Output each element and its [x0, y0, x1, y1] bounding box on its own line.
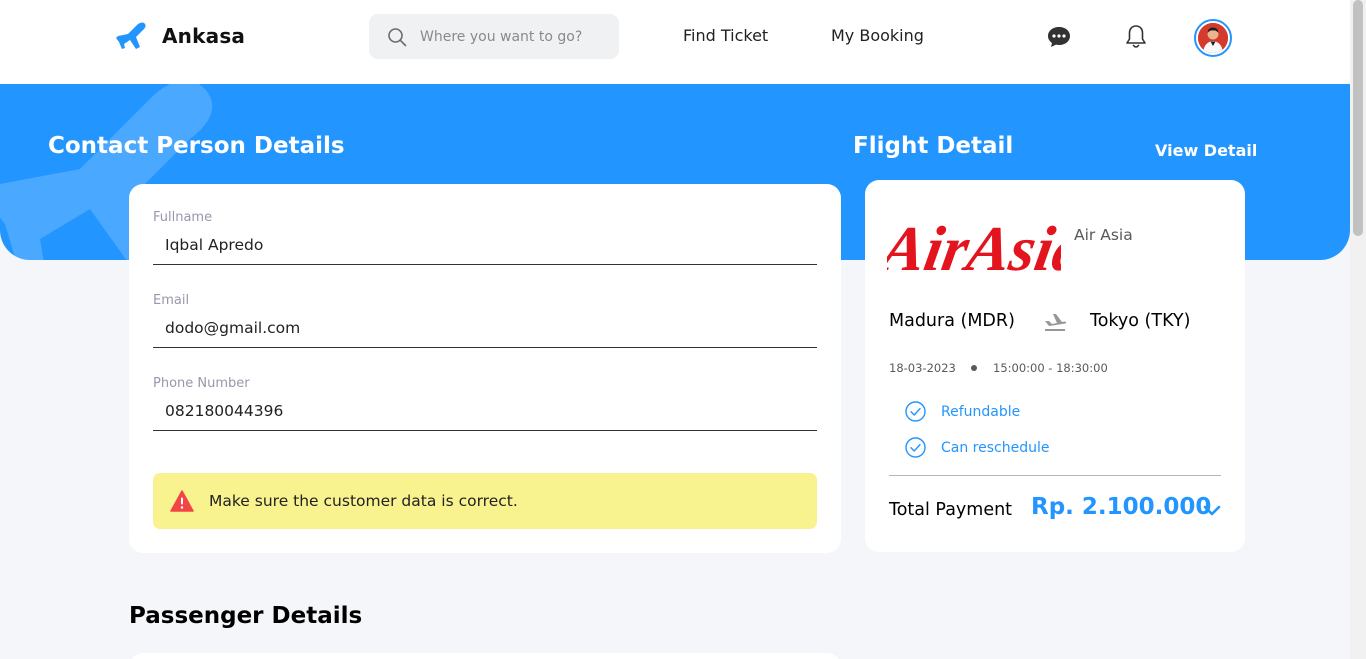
contact-form-card: Fullname Email Phone Number Make sure th…	[129, 184, 841, 553]
total-payment-label: Total Payment	[889, 500, 1013, 520]
perk-reschedule: Can reschedule	[905, 437, 1049, 458]
flight-section-title: Flight Detail	[853, 133, 1014, 159]
search-icon	[388, 27, 407, 46]
phone-label: Phone Number	[153, 376, 250, 391]
email-field: Email	[153, 293, 817, 348]
contact-section-title: Contact Person Details	[48, 133, 345, 159]
perk-label: Refundable	[941, 403, 1021, 420]
brand-name: Ankasa	[162, 24, 246, 48]
check-circle-icon	[905, 401, 926, 422]
flight-time: 15:00:00 - 18:30:00	[993, 361, 1108, 375]
plane-logo-icon	[116, 22, 146, 49]
search-input[interactable]	[420, 28, 600, 45]
airline-name: Air Asia	[1074, 226, 1133, 244]
phone-input[interactable]	[153, 402, 817, 431]
warning-icon	[170, 490, 194, 512]
divider	[889, 475, 1221, 476]
separator-dot	[971, 365, 977, 371]
avatar-photo-icon	[1198, 23, 1228, 53]
warning-alert: Make sure the customer data is correct.	[153, 473, 817, 529]
chevron-down-icon[interactable]	[1202, 501, 1222, 519]
route-destination: Tokyo (TKY)	[1090, 311, 1191, 331]
phone-field: Phone Number	[153, 376, 817, 431]
flight-detail-card: AirAsia Air Asia Madura (MDR) Tokyo (TKY…	[865, 180, 1245, 552]
chat-icon[interactable]	[1047, 26, 1071, 48]
route-origin: Madura (MDR)	[889, 311, 1015, 331]
flight-date: 18-03-2023	[889, 361, 956, 375]
view-detail-link[interactable]: View Detail	[1155, 141, 1257, 160]
brand-logo[interactable]: Ankasa	[116, 22, 245, 50]
total-payment-value: Rp. 2.100.000	[1031, 494, 1212, 520]
search-box[interactable]	[369, 14, 619, 59]
user-avatar[interactable]	[1194, 19, 1232, 57]
email-label: Email	[153, 293, 190, 308]
top-navbar: Ankasa Find Ticket My Booking	[0, 0, 1350, 84]
airasia-logo: AirAsia	[887, 213, 1061, 283]
perk-label: Can reschedule	[941, 439, 1050, 456]
plane-departure-icon	[1045, 314, 1067, 331]
passenger-section-title: Passenger Details	[129, 603, 363, 629]
passenger-form-card	[129, 653, 841, 659]
check-circle-icon	[905, 437, 926, 458]
fullname-field: Fullname	[153, 210, 817, 265]
nav-find-ticket[interactable]: Find Ticket	[683, 26, 768, 45]
perk-refundable: Refundable	[905, 401, 1020, 422]
fullname-input[interactable]	[153, 236, 817, 265]
page-scrollbar[interactable]	[1350, 0, 1366, 659]
fullname-label: Fullname	[153, 210, 213, 225]
airasia-logo-text: AirAsia	[887, 213, 1061, 283]
bell-icon[interactable]	[1125, 24, 1147, 50]
warning-text: Make sure the customer data is correct.	[209, 492, 518, 510]
email-input[interactable]	[153, 319, 817, 348]
scrollbar-thumb[interactable]	[1353, 0, 1363, 236]
nav-my-booking[interactable]: My Booking	[831, 26, 924, 45]
